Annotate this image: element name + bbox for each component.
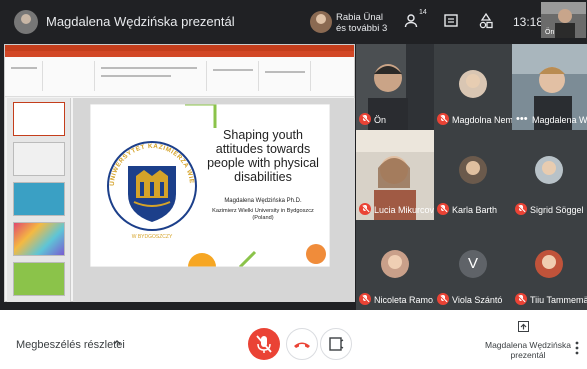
participant-tile-self[interactable]: Ön — [356, 44, 434, 130]
participant-count: 14 — [419, 9, 427, 16]
self-view-label: Ön — [545, 29, 555, 36]
presenter-avatar — [14, 10, 38, 34]
mic-off-icon — [515, 293, 527, 305]
ribbon-line — [213, 69, 253, 71]
self-view[interactable]: Ön — [541, 2, 586, 38]
participant-tile[interactable]: Lucia Mikurcov... — [356, 130, 434, 220]
pinned-avatar[interactable] — [310, 11, 332, 33]
ribbon-group — [45, 61, 95, 91]
mic-toggle-button[interactable] — [248, 328, 280, 360]
participant-name: Magdalena Wę... — [532, 115, 587, 125]
hangup-button[interactable] — [286, 328, 318, 360]
mic-off-icon — [437, 113, 449, 125]
more-vert-icon[interactable] — [574, 340, 580, 356]
bottom-bar: Megbeszélés részletei Magdalena Wędzińsk… — [0, 310, 587, 369]
more-options-icon[interactable]: ••• — [516, 114, 528, 125]
participant-tile[interactable]: Tiiu Tammemäe — [512, 220, 587, 310]
mic-off-icon — [515, 203, 527, 215]
ribbon-group — [209, 61, 259, 91]
mic-off-icon — [359, 203, 371, 215]
participant-name: Karla Barth — [452, 205, 498, 215]
participant-name: Lucia Mikurcov... — [374, 205, 434, 215]
presenter-info[interactable]: Magdalena Wędzińska prezentál — [478, 340, 578, 360]
powerpoint-ribbon — [5, 57, 354, 97]
slide-affiliation: Kazimierz Wielki University in Bydgoszcz… — [212, 208, 314, 221]
pinned-others: és további 3 — [336, 23, 388, 34]
mic-off-icon — [256, 335, 272, 353]
participant-tile[interactable]: Magdolna Nem... — [434, 44, 512, 130]
slide-thumbnail-2 — [13, 142, 65, 176]
mic-off-icon — [359, 293, 371, 305]
slide-thumbnail-1 — [13, 102, 65, 136]
slide-author: Magdalena Wędzińska Ph.D. — [224, 198, 302, 204]
current-slide: UNIWERSYTET KAZIMIERZA WIELKIEGO W BYDGO… — [90, 104, 330, 267]
top-bar: Magdalena Wędzińska prezentál Rabia Ünal… — [0, 0, 587, 44]
presenter-name: Magdalena Wędzińska — [485, 340, 571, 350]
ribbon-line — [265, 71, 305, 73]
participant-name: Ön — [374, 115, 387, 125]
meeting-details-button[interactable]: Megbeszélés részletei — [16, 339, 125, 351]
ribbon-line — [101, 67, 197, 69]
pinned-name: Rabia Ünal — [336, 12, 383, 23]
clock: 13:18 — [513, 15, 544, 29]
hangup-icon — [294, 342, 310, 348]
slide-thumbnail-5 — [13, 262, 65, 296]
presenter-status: prezentál — [510, 350, 546, 360]
meeting-stage: Magdalena Wędzińska prezentál Rabia Ünal… — [0, 0, 587, 310]
ribbon-line — [11, 67, 37, 69]
ribbon-group — [261, 61, 311, 91]
participant-name: Sigrid Söggel — [530, 205, 584, 215]
participant-name: Magdolna Nem... — [452, 115, 512, 125]
captions-button[interactable] — [320, 328, 352, 360]
participant-name: Tiiu Tammemäe — [530, 295, 587, 305]
slide-thumbnails — [7, 98, 71, 302]
participant-tile[interactable]: Sigrid Söggel — [512, 130, 587, 220]
slide-thumbnail-4 — [13, 222, 65, 256]
ribbon-line — [101, 75, 171, 77]
chat-icon[interactable] — [442, 12, 460, 30]
participant-tile[interactable]: V Viola Szántó — [434, 220, 512, 310]
mic-off-icon — [359, 113, 371, 125]
participant-tile[interactable]: ••• Magdalena Wę... — [512, 44, 587, 130]
presentation-title: Magdalena Wędzińska prezentál — [46, 14, 235, 29]
participant-tile[interactable]: Karla Barth — [434, 130, 512, 220]
participant-initial: V — [459, 250, 487, 278]
participant-name: Viola Szántó — [452, 295, 503, 305]
activities-icon[interactable] — [477, 12, 495, 30]
pinned-participants[interactable]: Rabia Ünal és további 3 — [336, 12, 387, 34]
present-icon[interactable] — [518, 321, 529, 332]
slide-thumbnail-3 — [13, 182, 65, 216]
participant-name: Nicoleta Ramo... — [374, 295, 434, 305]
seal-city: W BYDGOSZCZY — [132, 234, 173, 240]
captions-icon — [329, 337, 344, 351]
slide-title: Shaping youth attitudes towards people w… — [207, 128, 319, 184]
ribbon-group — [7, 61, 43, 91]
participant-tile[interactable]: Nicoleta Ramo... — [356, 220, 434, 310]
mic-off-icon — [437, 203, 449, 215]
university-seal: UNIWERSYTET KAZIMIERZA WIELKIEGO W BYDGO… — [104, 112, 197, 240]
mic-off-icon — [437, 293, 449, 305]
chevron-up-icon[interactable] — [112, 337, 122, 350]
